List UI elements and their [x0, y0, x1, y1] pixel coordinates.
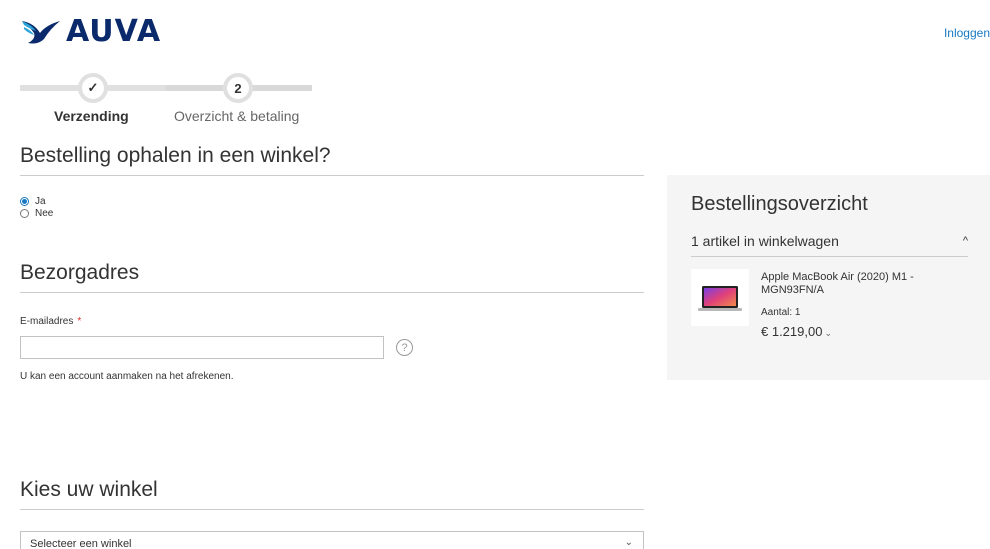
chevron-down-icon: ⌄ [624, 537, 633, 548]
product-price-wrapper[interactable]: € 1.219,00 ⌄ [761, 324, 832, 339]
radio-no-label: Nee [35, 208, 54, 219]
store-title: Kies uw winkel [20, 478, 158, 501]
address-divider [20, 292, 644, 293]
pickup-title: Bestelling ophalen in een winkel? [20, 144, 331, 167]
radio-no[interactable] [20, 209, 29, 218]
radio-yes[interactable] [20, 197, 29, 206]
pickup-option-no[interactable]: Nee [20, 208, 53, 219]
email-label-text: E-mailadres [20, 316, 74, 327]
summary-divider [691, 256, 968, 257]
step-2-number: 2 [223, 73, 253, 103]
account-note: U kan een account aanmaken na het afreke… [20, 371, 234, 382]
logo[interactable]: AUVA [20, 14, 161, 49]
logo-text: AUVA [66, 14, 162, 49]
step-1-label[interactable]: Verzending [54, 108, 129, 124]
checkout-progress: ✓ 2 Verzending Overzicht & betaling [20, 73, 312, 134]
email-label: E-mailadres * [20, 316, 81, 327]
radio-yes-label: Ja [35, 196, 46, 207]
step-2-label: Overzicht & betaling [174, 108, 300, 124]
store-divider [20, 509, 644, 510]
order-summary: Bestellingsoverzicht 1 artikel in winkel… [667, 175, 990, 380]
bird-logo-icon [22, 20, 60, 43]
chevron-up-icon[interactable]: ^ [963, 235, 968, 247]
address-title: Bezorgadres [20, 261, 140, 284]
store-select-value: Selecteer een winkel [30, 538, 132, 549]
product-thumbnail [691, 269, 749, 326]
cart-count[interactable]: 1 artikel in winkelwagen [691, 233, 839, 249]
step-1-check-icon[interactable]: ✓ [78, 73, 108, 103]
summary-title: Bestellingsoverzicht [691, 193, 868, 215]
chevron-down-icon: ⌄ [824, 328, 832, 338]
product-qty: Aantal: 1 [761, 307, 801, 318]
help-icon[interactable]: ? [396, 339, 413, 356]
product-price: € 1.219,00 [761, 324, 823, 339]
store-select[interactable]: Selecteer een winkel ⌄ [20, 531, 644, 549]
product-name: Apple MacBook Air (2020) M1 - MGN93FN/A [761, 271, 914, 296]
laptop-icon [698, 285, 742, 311]
login-link[interactable]: Inloggen [944, 26, 990, 40]
required-mark: * [77, 316, 82, 327]
pickup-option-yes[interactable]: Ja [20, 196, 46, 207]
pickup-divider [20, 175, 644, 176]
email-input[interactable] [20, 336, 384, 359]
